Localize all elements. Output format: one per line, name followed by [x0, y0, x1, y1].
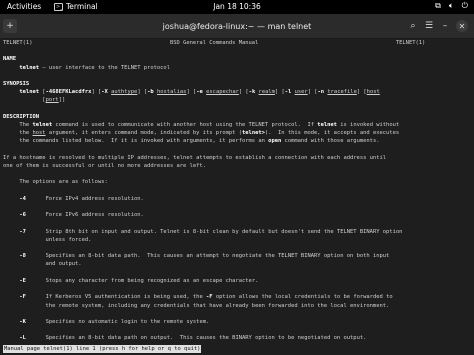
volume-icon: 🔈︎: [448, 1, 454, 10]
man-header-left: TELNET(1): [3, 40, 33, 46]
pager-status-line: Manual page telnet(1) line 1 (press h fo…: [3, 345, 202, 353]
search-icon: ⌕: [410, 21, 416, 31]
minimize-icon: –: [442, 21, 448, 31]
terminal-content[interactable]: TELNET(1) BSD General Commands Manual TE…: [0, 39, 474, 355]
close-button[interactable]: ✕: [456, 20, 468, 32]
name-heading: NAME: [3, 56, 17, 63]
options-intro: The options are as follows:: [19, 179, 108, 186]
man-header-center: BSD General Commands Manual: [169, 40, 259, 46]
system-tray[interactable]: ⧉ 🔈︎ ⏻: [435, 1, 468, 11]
man-header-right: TELNET(1): [395, 40, 426, 46]
name-desc: — user interface to the TELNET protocol: [39, 64, 170, 71]
description-heading: DESCRIPTION: [3, 113, 40, 120]
network-icon: ⧉: [435, 1, 441, 10]
menu-button[interactable]: ☰: [422, 19, 436, 33]
clock[interactable]: Jan 18 10:36: [0, 2, 474, 11]
name-cmd: telnet: [19, 64, 40, 71]
power-icon: ⏻: [461, 1, 468, 10]
man-page-text: TELNET(1) BSD General Commands Manual TE…: [3, 40, 426, 342]
minimize-button[interactable]: –: [438, 19, 452, 33]
gnome-top-bar: Activities >_ Terminal Jan 18 10:36 ⧉ 🔈︎…: [0, 0, 474, 14]
search-button[interactable]: ⌕: [406, 19, 420, 33]
window-title: joshua@fedora-linux:~ — man telnet: [162, 22, 312, 31]
close-icon: ✕: [458, 21, 466, 31]
desc-hostname: If a hostname is resolved to multiple IP…: [3, 154, 387, 170]
synopsis-heading: SYNOPSIS: [3, 81, 30, 88]
hamburger-icon: ☰: [424, 21, 434, 31]
terminal-headerbar: + joshua@fedora-linux:~ — man telnet ⌕ ☰…: [0, 14, 474, 39]
